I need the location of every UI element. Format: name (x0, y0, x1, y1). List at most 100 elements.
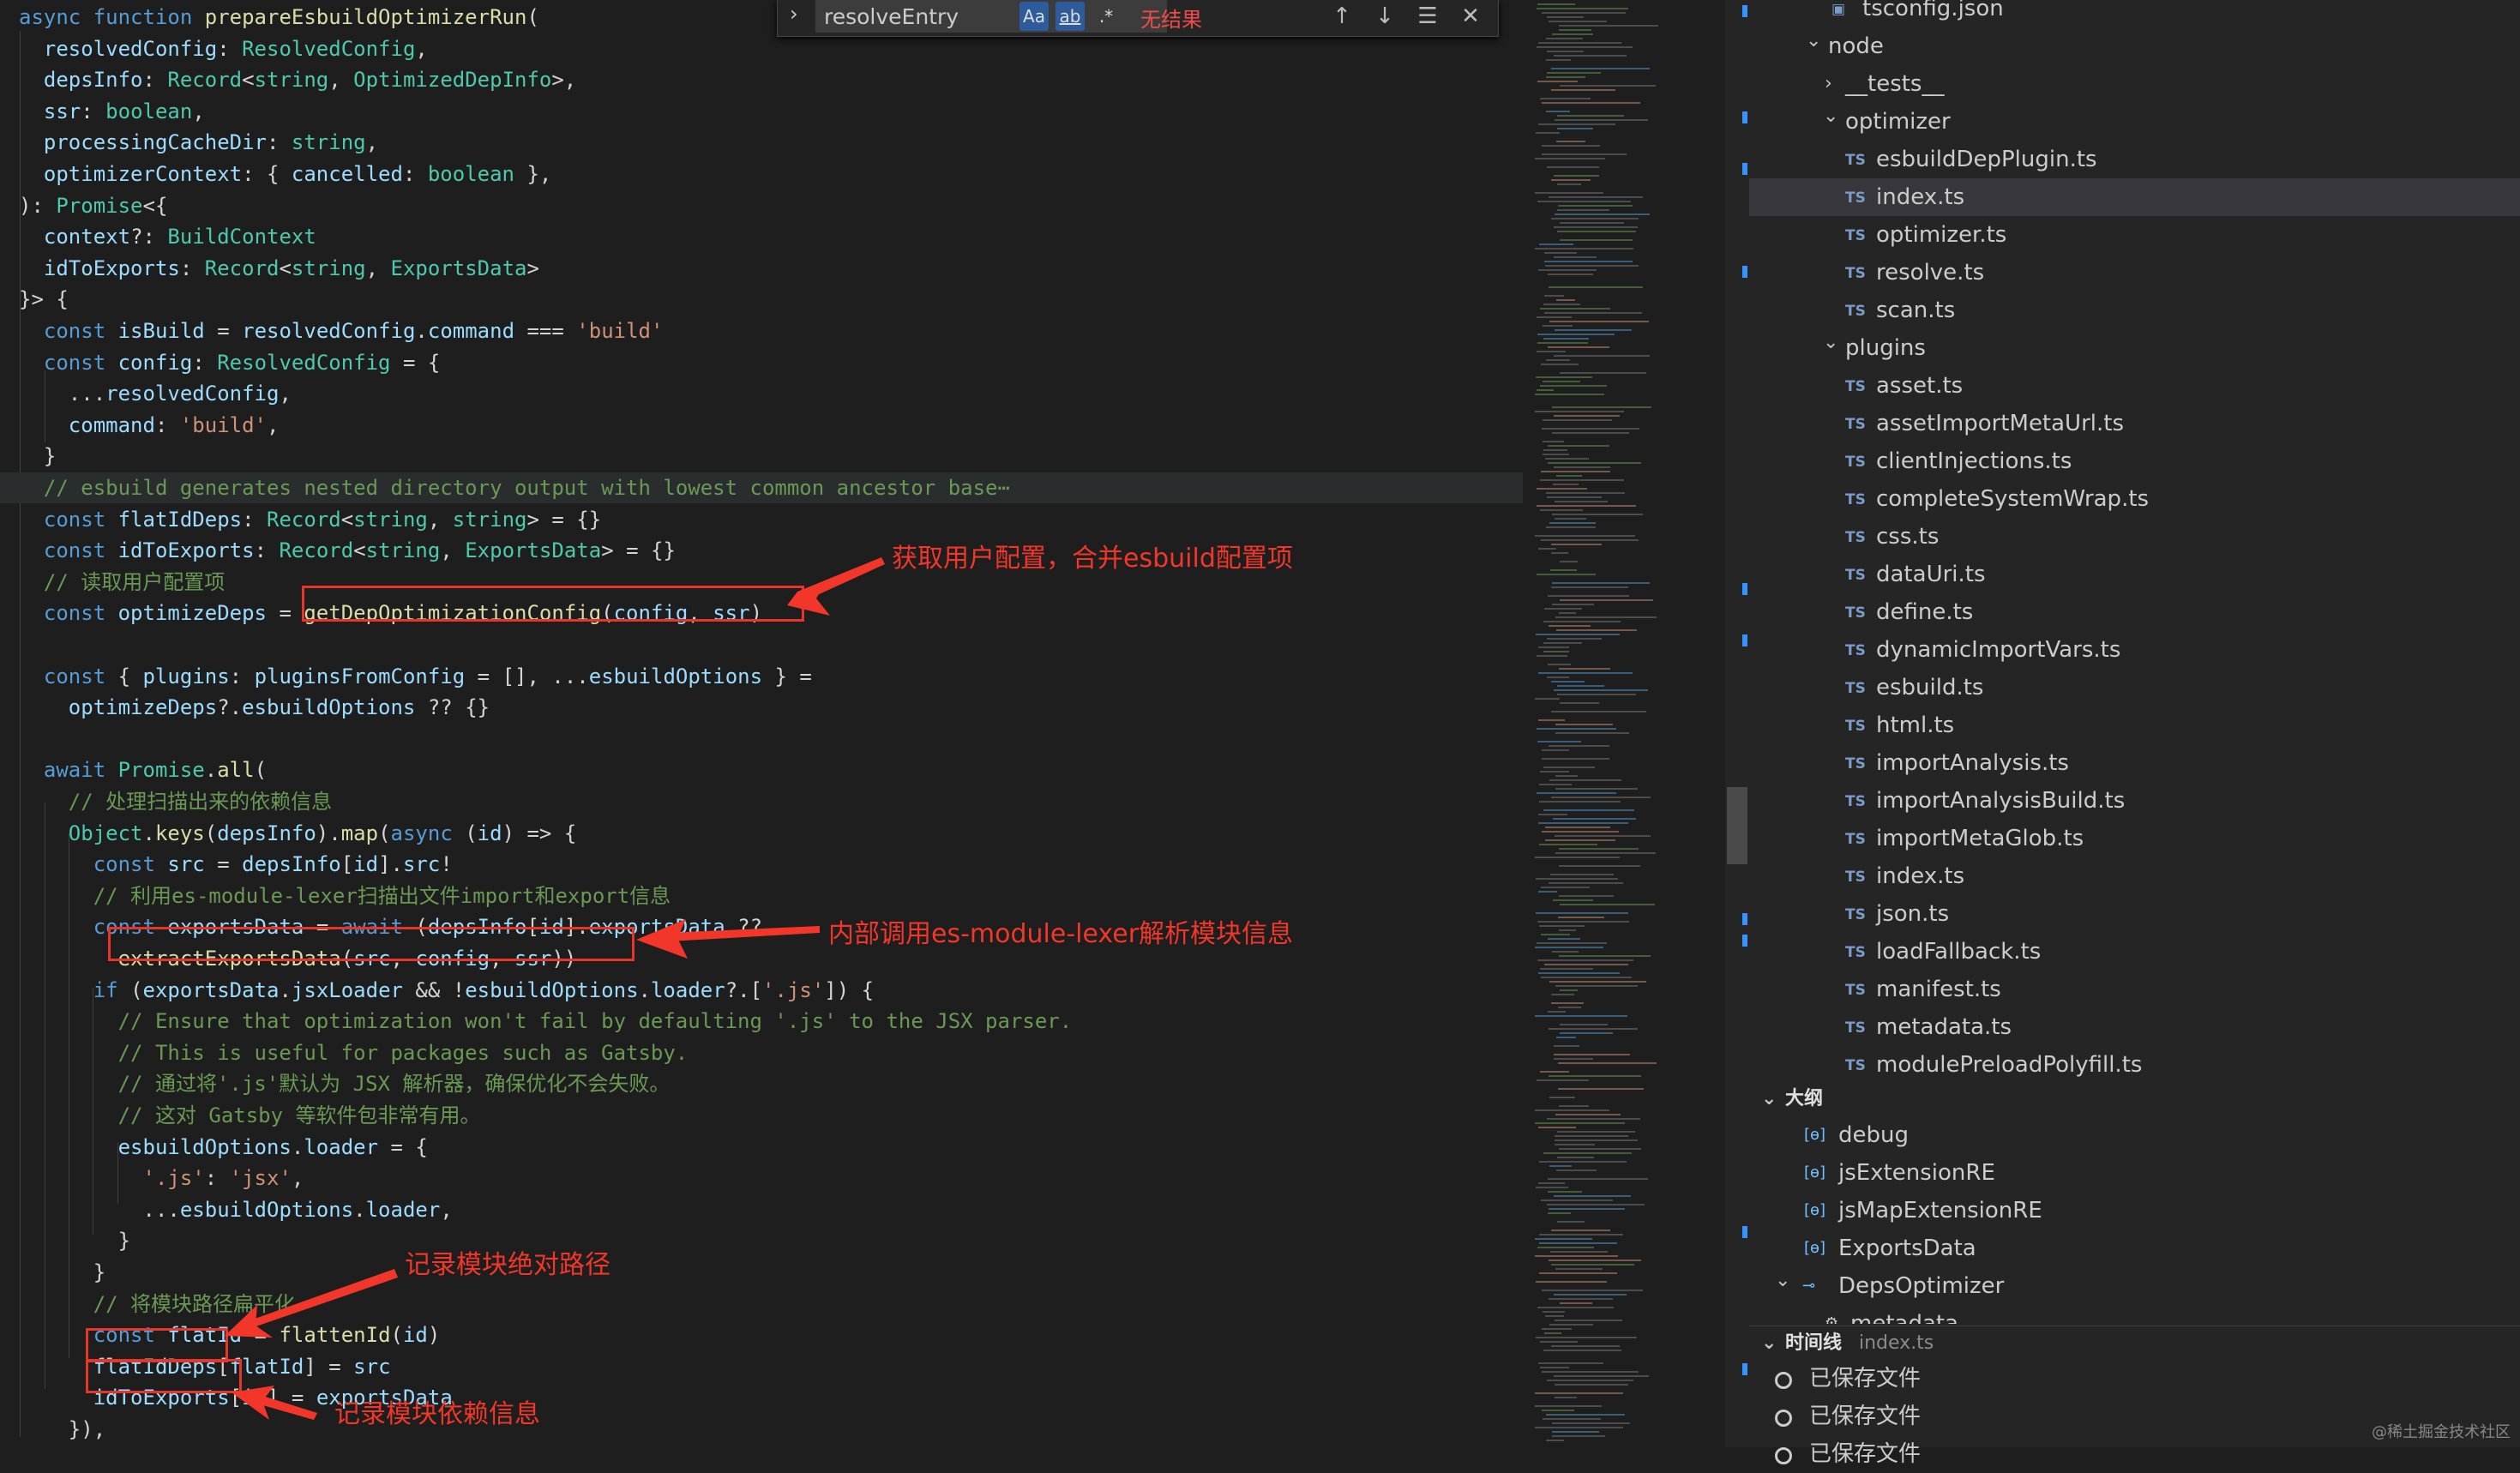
code-line[interactable]: // 将模块路径扁平化 (19, 1289, 295, 1320)
outline-section-header[interactable]: ⌄ 大纲 (1749, 1082, 2520, 1116)
explorer-item[interactable]: › __tests__ (1749, 65, 2520, 103)
explorer-item[interactable]: TS css.ts (1749, 518, 2520, 556)
timeline-section-header[interactable]: ⌄ 时间线 index.ts (1749, 1326, 2520, 1361)
code-line[interactable]: } (19, 1225, 130, 1256)
explorer-item[interactable]: TS esbuildDepPlugin.ts (1749, 141, 2520, 178)
ts-file-icon: TS (1845, 416, 1866, 433)
code-line[interactable]: if (exportsData.jsxLoader && !esbuildOpt… (19, 975, 874, 1006)
code-line[interactable]: ...esbuildOptions.loader, (19, 1194, 453, 1225)
explorer-item[interactable]: TS define.ts (1749, 593, 2520, 631)
explorer-item[interactable]: TS asset.ts (1749, 367, 2520, 405)
code-line[interactable]: esbuildOptions.loader = { (19, 1132, 428, 1163)
code-line[interactable]: // 这对 Gatsby 等软件包非常有用。 (19, 1100, 481, 1131)
explorer-item-label: clientInjections.ts (1876, 448, 2072, 474)
code-line[interactable]: context?: BuildContext (19, 221, 316, 252)
explorer-item[interactable]: ▣ tsconfig.json (1749, 0, 2520, 27)
explorer-item[interactable]: ⌄ optimizer (1749, 103, 2520, 141)
explorer-item[interactable]: ⌄ plugins (1749, 329, 2520, 367)
explorer-item[interactable]: TS metadata.ts (1749, 1008, 2520, 1046)
explorer-item[interactable]: TS index.ts (1749, 857, 2520, 895)
code-line[interactable]: ssr: boolean, (19, 96, 205, 127)
code-line[interactable]: optimizerContext: { cancelled: boolean }… (19, 159, 551, 189)
code-line[interactable]: } (19, 1257, 105, 1288)
explorer-item[interactable]: TS manifest.ts (1749, 971, 2520, 1008)
ts-file-icon: TS (1845, 869, 1866, 886)
explorer-item[interactable]: TS clientInjections.ts (1749, 442, 2520, 480)
timeline-item[interactable]: 已保存文件 (1749, 1360, 2520, 1398)
code-line[interactable]: async function prepareEsbuildOptimizerRu… (19, 2, 539, 33)
code-line[interactable]: processingCacheDir: string, (19, 127, 378, 158)
code-line[interactable]: command: 'build', (19, 410, 280, 441)
code-line[interactable]: optimizeDeps?.esbuildOptions ?? {} (19, 692, 490, 723)
code-line[interactable]: }), (19, 1414, 105, 1445)
explorer-item[interactable]: TS modulePreloadPolyfill.ts (1749, 1046, 2520, 1084)
code-line[interactable]: const flatId = flattenId(id) (19, 1320, 441, 1350)
outline-item[interactable]: ⌄ ⊸ DepsOptimizer (1749, 1267, 2520, 1305)
explorer-item[interactable]: TS html.ts (1749, 706, 2520, 744)
explorer-item[interactable]: TS resolve.ts (1749, 254, 2520, 292)
code-line[interactable]: const config: ResolvedConfig = { (19, 347, 440, 378)
toggle-replace-icon[interactable]: › (790, 2, 798, 26)
code-line[interactable]: // 处理扫描出来的依赖信息 (19, 786, 332, 817)
code-line[interactable]: '.js': 'jsx', (19, 1163, 304, 1193)
match-case-toggle[interactable]: Aa (1019, 2, 1049, 31)
ts-file-icon: TS (1845, 755, 1866, 773)
explorer-item-label: esbuildDepPlugin.ts (1876, 147, 2097, 172)
code-editor[interactable]: › async function prepareEsbuildOptimizer… (0, 0, 1526, 1447)
code-line[interactable]: const idToExports: Record<string, Export… (19, 535, 676, 566)
ts-file-icon: TS (1845, 529, 1866, 546)
outline-item[interactable]: [ɵ] jsMapExtensionRE (1749, 1192, 2520, 1230)
explorer-item[interactable]: ⌄ node (1749, 27, 2520, 65)
code-line[interactable]: }> { (19, 284, 69, 315)
code-line[interactable]: const isBuild = resolvedConfig.command =… (19, 316, 664, 346)
code-line[interactable]: const src = depsInfo[id].src! (19, 849, 453, 880)
timeline-item-label: 已保存文件 (1809, 1404, 1922, 1429)
explorer-item[interactable]: TS esbuild.ts (1749, 669, 2520, 706)
explorer-item[interactable]: TS importAnalysis.ts (1749, 744, 2520, 782)
outline-item[interactable]: [ɵ] debug (1749, 1116, 2520, 1154)
explorer-item[interactable]: TS assetImportMetaUrl.ts (1749, 405, 2520, 442)
explorer-item-label: importAnalysisBuild.ts (1876, 788, 2126, 814)
code-line[interactable]: ...resolvedConfig, (19, 378, 292, 409)
code-line[interactable]: } (19, 441, 56, 472)
code-line[interactable]: depsInfo: Record<string, OptimizedDepInf… (19, 64, 576, 95)
code-line[interactable]: // esbuild generates nested directory ou… (0, 472, 1523, 503)
explorer-item[interactable]: TS optimizer.ts (1749, 216, 2520, 254)
explorer-item[interactable]: TS importMetaGlob.ts (1749, 820, 2520, 857)
explorer-item[interactable]: TS dynamicImportVars.ts (1749, 631, 2520, 669)
outline-item[interactable]: [ɵ] jsExtensionRE (1749, 1154, 2520, 1192)
explorer-item[interactable]: TS scan.ts (1749, 292, 2520, 329)
explorer-item[interactable]: TS dataUri.ts (1749, 556, 2520, 593)
code-line[interactable]: // This is useful for packages such as G… (19, 1037, 689, 1068)
explorer-item-label: html.ts (1876, 712, 1955, 738)
code-line[interactable]: // 利用es-module-lexer扫描出文件import和export信息 (19, 881, 671, 911)
timeline-title: 时间线 (1785, 1332, 1843, 1354)
explorer-item-label: scan.ts (1876, 298, 1956, 323)
find-in-selection-icon[interactable]: ☰ (1412, 0, 1443, 33)
explorer-item[interactable]: TS completeSystemWrap.ts (1749, 480, 2520, 518)
whole-word-toggle[interactable]: ab (1056, 2, 1085, 31)
outline-item[interactable]: [ɵ] ExportsData (1749, 1230, 2520, 1267)
code-line[interactable]: ): Promise<{ (19, 190, 167, 221)
explorer-item-label: index.ts (1876, 863, 1965, 889)
code-line[interactable]: resolvedConfig: ResolvedConfig, (19, 33, 428, 64)
scrollbar-thumb[interactable] (1727, 787, 1747, 864)
explorer-item[interactable]: TS json.ts (1749, 895, 2520, 933)
arrow-up-icon[interactable]: ↑ (1326, 0, 1357, 33)
code-line[interactable]: const { plugins: pluginsFromConfig = [],… (19, 661, 812, 692)
code-line[interactable]: Object.keys(depsInfo).map(async (id) => … (19, 818, 577, 849)
outline-item[interactable]: ⚙ metadata (1749, 1305, 2520, 1324)
regex-toggle[interactable]: .* (1092, 2, 1121, 31)
minimap[interactable] (1526, 0, 1732, 1447)
code-line[interactable]: idToExports: Record<string, ExportsData> (19, 253, 539, 284)
code-line[interactable]: await Promise.all( (19, 755, 267, 785)
code-line[interactable]: // 通过将'.js'默认为 JSX 解析器，确保优化不会失败。 (19, 1068, 671, 1099)
explorer-item[interactable]: TS index.ts (1749, 178, 2520, 216)
explorer-item[interactable]: TS loadFallback.ts (1749, 933, 2520, 971)
code-line[interactable]: // Ensure that optimization won't fail b… (19, 1006, 1073, 1037)
arrow-down-icon[interactable]: ↓ (1369, 0, 1400, 33)
code-line[interactable]: // 读取用户配置项 (19, 567, 225, 598)
code-line[interactable]: const flatIdDeps: Record<string, string>… (19, 504, 601, 535)
explorer-item[interactable]: TS importAnalysisBuild.ts (1749, 782, 2520, 820)
close-icon[interactable]: ✕ (1455, 0, 1486, 33)
